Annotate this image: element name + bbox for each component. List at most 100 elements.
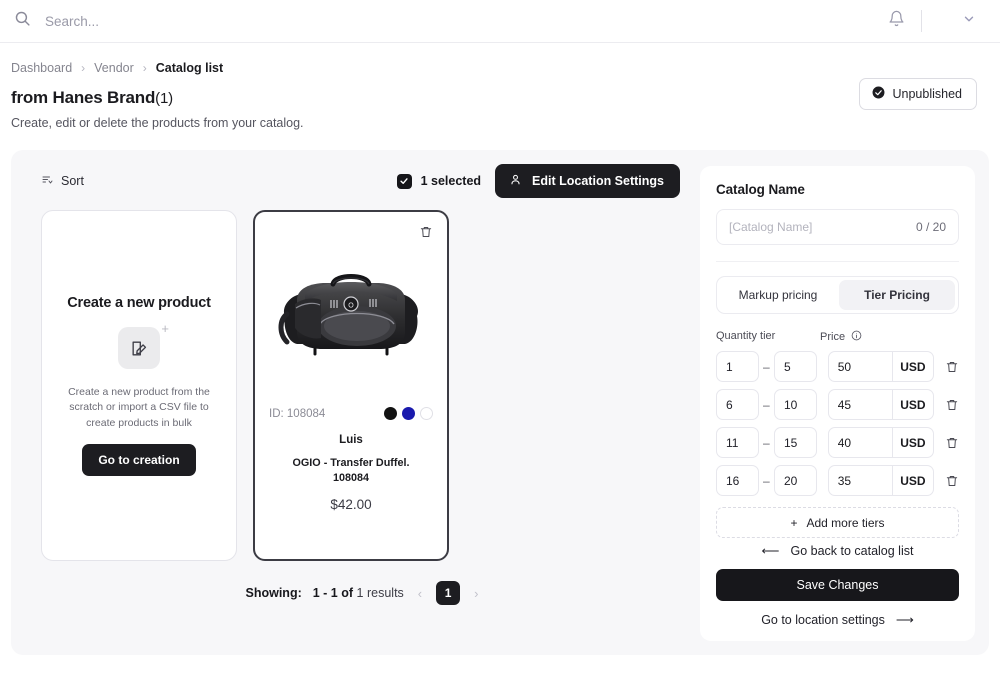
product-price: $42.00: [330, 497, 372, 513]
tier-currency-select[interactable]: USD: [891, 466, 933, 495]
product-name-text: OGIO - Transfer Duffel.: [292, 457, 410, 469]
page-subtitle: Create, edit or delete the products from…: [11, 116, 304, 130]
tier-max-input[interactable]: 15: [773, 427, 817, 458]
go-back-to-catalog-list-link[interactable]: ⟵ Go back to catalog list: [716, 543, 959, 559]
plus-icon: +: [790, 515, 798, 530]
tier-currency-select[interactable]: USD: [891, 390, 933, 419]
tier-price-group: 50 USD: [827, 351, 935, 382]
add-more-tiers-button[interactable]: + Add more tiers: [716, 507, 959, 538]
delete-tier-button[interactable]: [945, 436, 959, 450]
tier-min-input[interactable]: 6: [716, 389, 759, 420]
tier-price-input[interactable]: 45: [829, 390, 892, 419]
arrow-right-icon: ⟶: [895, 613, 914, 627]
product-meta-row: ID: 108084: [267, 401, 435, 420]
page-title: from Hanes Brand(1): [11, 88, 976, 108]
showing-label: Showing:: [245, 586, 302, 600]
tier-min-input[interactable]: 1: [716, 351, 759, 382]
color-swatch-black[interactable]: [384, 407, 397, 420]
product-card-list: Create a new product + Create a new prod…: [25, 196, 686, 561]
page-title-text: from Hanes Brand: [11, 88, 156, 107]
select-all-checkbox[interactable]: [396, 173, 412, 189]
edit-document-icon: +: [118, 321, 169, 370]
tier-price-input[interactable]: 50: [829, 352, 892, 381]
catalog-name-input[interactable]: [Catalog Name] 0 / 20: [716, 209, 959, 245]
page-title-count: (1): [155, 90, 173, 107]
pagination-prev-icon[interactable]: ‹: [415, 586, 425, 601]
go-to-location-settings-link[interactable]: Go to location settings ⟶: [716, 612, 959, 628]
tier-range-dash: –: [763, 397, 770, 412]
product-sku: 108084: [332, 471, 370, 484]
go-to-creation-button[interactable]: Go to creation: [82, 443, 196, 476]
tier-price-group: 45 USD: [827, 389, 935, 420]
selection-indicator[interactable]: 1 selected: [396, 173, 481, 189]
tier-table-header: Quantity tier Price: [716, 330, 959, 344]
page-header: Dashboard › Vendor › Catalog list from H…: [0, 43, 1000, 130]
black-duffel-bag-illustration: O: [278, 273, 419, 355]
tier-currency-select[interactable]: USD: [891, 352, 933, 381]
color-swatch-blue[interactable]: [402, 407, 415, 420]
tier-range-dash: –: [763, 359, 770, 374]
tier-row: 11 – 15 40 USD: [716, 427, 959, 458]
pagination-next-icon[interactable]: ›: [471, 586, 481, 601]
status-badge[interactable]: Unpublished: [858, 78, 977, 110]
breadcrumb-item-vendor[interactable]: Vendor: [94, 61, 134, 75]
create-product-description: Create a new product from the scratch or…: [68, 386, 210, 429]
tier-price-input[interactable]: 35: [829, 466, 892, 495]
tab-tier-pricing[interactable]: Tier Pricing: [839, 280, 955, 310]
search-area[interactable]: [14, 10, 879, 32]
pricing-mode-tabs: Markup pricing Tier Pricing: [716, 276, 959, 314]
delete-tier-button[interactable]: [945, 360, 959, 374]
product-brand: Luis: [339, 434, 363, 446]
tier-min-input[interactable]: 11: [716, 427, 759, 458]
sort-button[interactable]: Sort: [41, 174, 84, 189]
divider: [921, 10, 922, 32]
info-icon[interactable]: [851, 330, 862, 344]
tier-price-input[interactable]: 40: [829, 428, 892, 457]
status-badge-label: Unpublished: [892, 87, 963, 101]
arrow-left-icon: ⟵: [761, 544, 780, 558]
pagination-page-1[interactable]: 1: [436, 581, 461, 605]
tab-markup-pricing[interactable]: Markup pricing: [720, 280, 836, 310]
go-to-location-label: Go to location settings: [761, 612, 885, 627]
unpublished-icon: [872, 86, 885, 102]
plus-icon: +: [161, 321, 169, 337]
breadcrumb-separator: ›: [81, 61, 86, 75]
delete-tier-button[interactable]: [945, 474, 959, 488]
tier-max-input[interactable]: 10: [773, 389, 817, 420]
tier-max-input[interactable]: 5: [773, 351, 817, 382]
tier-max-input[interactable]: 20: [773, 465, 817, 496]
showing-range: 1 - 1 of 1 results: [313, 586, 404, 600]
product-id-value: 108084: [286, 407, 326, 420]
tier-row: 16 – 20 35 USD: [716, 465, 959, 496]
edit-location-settings-button[interactable]: Edit Location Settings: [495, 164, 680, 198]
price-header-group: Price: [820, 330, 862, 344]
tier-range-dash: –: [763, 435, 770, 450]
delete-tier-button[interactable]: [945, 398, 959, 412]
breadcrumb-item-dashboard[interactable]: Dashboard: [11, 61, 72, 75]
tier-min-input[interactable]: 16: [716, 465, 759, 496]
go-back-label: Go back to catalog list: [790, 543, 914, 558]
edit-location-settings-label: Edit Location Settings: [532, 174, 664, 188]
delete-product-button[interactable]: [419, 225, 433, 244]
sort-label: Sort: [61, 174, 84, 188]
tier-currency-select[interactable]: USD: [891, 428, 933, 457]
product-image: O: [267, 226, 435, 401]
catalog-name-placeholder: [Catalog Name]: [729, 220, 813, 234]
sort-icon: [41, 174, 53, 189]
tier-row: 1 – 5 50 USD: [716, 351, 959, 382]
notifications-button[interactable]: [879, 4, 913, 38]
catalog-name-counter: 0 / 20: [915, 220, 946, 234]
quantity-tier-header: Quantity tier: [716, 330, 776, 342]
create-product-card[interactable]: Create a new product + Create a new prod…: [41, 210, 237, 561]
panel-footer: ⟵ Go back to catalog list Save Changes G…: [716, 543, 959, 641]
save-changes-button[interactable]: Save Changes: [716, 569, 959, 601]
bell-icon: [888, 10, 905, 32]
content-shell: Sort 1 selected Edit Location Settings C…: [11, 150, 989, 655]
account-menu-button[interactable]: [926, 4, 984, 38]
breadcrumb-item-catalog-list[interactable]: Catalog list: [156, 61, 223, 75]
product-card[interactable]: O ID: 108084 Luis OGIO - Transfer Duffel…: [253, 210, 449, 561]
tier-range-dash: –: [763, 473, 770, 488]
search-input[interactable]: [45, 13, 365, 29]
color-swatch-white[interactable]: [420, 407, 433, 420]
tier-price-group: 40 USD: [827, 427, 935, 458]
